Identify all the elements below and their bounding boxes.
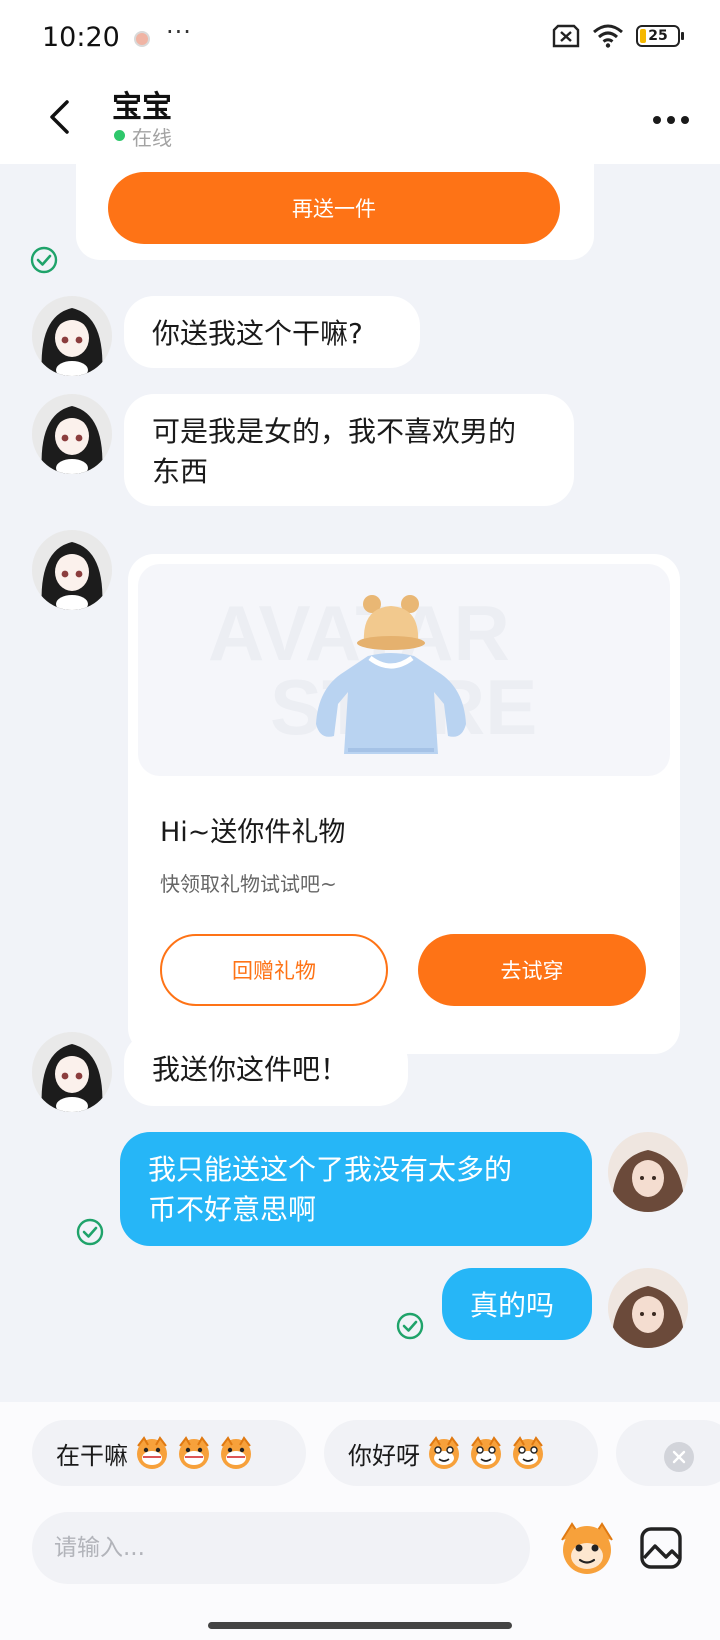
emoji-button[interactable] (554, 1512, 620, 1584)
message-bubble-received[interactable]: 你送我这个干嘛? (124, 296, 420, 368)
home-indicator (208, 1622, 512, 1629)
smile-monkey-icon (513, 1436, 543, 1469)
message-text-line: 币不好意思啊 (148, 1193, 317, 1226)
quick-reply-text: 在干嘛 (56, 1441, 128, 1470)
resend-gift-button[interactable]: 再送一件 (108, 172, 560, 244)
gift-subtitle: 快领取礼物试试吧~ (160, 872, 337, 896)
online-dot-icon (114, 130, 125, 141)
girl-avatar-icon (32, 394, 112, 474)
my-avatar[interactable] (608, 1132, 688, 1212)
status-bar: 10:20 ··· 25 (0, 0, 720, 78)
girl-avatar-icon (32, 296, 112, 376)
chevron-left-icon (50, 100, 69, 134)
my-avatar[interactable] (608, 1268, 688, 1348)
image-button[interactable] (636, 1516, 686, 1580)
grin-monkey-icon (137, 1436, 167, 1469)
user-photo-avatar-icon (608, 1132, 688, 1212)
contact-avatar[interactable] (32, 1032, 112, 1112)
more-dot-icon (681, 116, 689, 124)
message-input[interactable] (32, 1512, 530, 1584)
gift-card[interactable]: AVATAR STORE Hi~送你件礼物 快领取礼物试试吧~ 回赠礼物 去试穿 (128, 554, 680, 1054)
grin-monkey-icon (221, 1436, 251, 1469)
battery-icon: 25 (636, 25, 684, 47)
try-on-button[interactable]: 去试穿 (418, 934, 646, 1006)
message-text-line: 我只能送这个了我没有太多的 (148, 1153, 513, 1186)
message-text-line: 东西 (152, 455, 209, 488)
image-icon (640, 1527, 682, 1569)
message-text: 我送你这件吧！ (152, 1053, 349, 1086)
message-bubble-received[interactable]: 可是我是女的，我不喜欢男的 东西 (124, 394, 574, 506)
quick-reply-text: 你好呀 (348, 1441, 420, 1470)
read-check-icon (76, 1218, 104, 1246)
read-check-icon (396, 1312, 424, 1340)
notification-app-icon (134, 31, 150, 47)
message-text: 你送我这个干嘛? (152, 317, 363, 350)
close-quick-replies-button[interactable] (664, 1442, 694, 1472)
gift-image[interactable]: AVATAR STORE (138, 564, 670, 776)
more-options-button[interactable] (646, 100, 696, 140)
chat-messages[interactable]: 再送一件 你送我这个干嘛? 可是我是女的，我不喜欢男的 东西 AVATAR Hi… (0, 164, 720, 1402)
more-dot-icon (653, 116, 661, 124)
input-bar (0, 1510, 720, 1640)
quick-reply-bar: 在干嘛 你好呀 (0, 1402, 720, 1510)
return-gift-button[interactable]: 回赠礼物 (160, 934, 388, 1006)
contact-avatar[interactable] (32, 530, 112, 610)
smile-monkey-icon (471, 1436, 501, 1469)
smile-monkey-icon (429, 1436, 459, 1469)
gift-title: Hi~送你件礼物 (160, 817, 346, 848)
message-bubble-sent[interactable]: 我只能送这个了我没有太多的 币不好意思啊 (120, 1132, 592, 1246)
wifi-icon (593, 24, 623, 48)
chat-header: 宝宝 在线 (0, 78, 720, 164)
message-bubble-received[interactable]: 我送你这件吧！ (124, 1032, 408, 1106)
contact-avatar[interactable] (32, 296, 112, 376)
contact-name: 宝宝 (112, 90, 172, 125)
no-sim-icon (552, 24, 580, 48)
message-bubble-sent[interactable]: 真的吗 (442, 1268, 592, 1340)
outfit-image: AVATAR STORE (208, 589, 537, 754)
message-text: 真的吗 (470, 1289, 555, 1322)
girl-avatar-icon (32, 530, 112, 610)
girl-avatar-icon (32, 1032, 112, 1112)
status-time: 10:20 (42, 22, 120, 53)
monkey-emoji-icon (561, 1522, 613, 1574)
contact-avatar[interactable] (32, 394, 112, 474)
message-text-line: 可是我是女的，我不喜欢男的 (152, 415, 517, 448)
online-status: 在线 (132, 126, 172, 150)
more-dot-icon (667, 116, 675, 124)
quick-reply-chip[interactable]: 在干嘛 (32, 1420, 306, 1486)
user-photo-avatar-icon (608, 1268, 688, 1348)
grin-monkey-icon (179, 1436, 209, 1469)
back-button[interactable] (34, 92, 84, 142)
quick-reply-chip[interactable]: 你好呀 (324, 1420, 598, 1486)
status-more-icon: ··· (166, 18, 192, 46)
close-icon (672, 1450, 686, 1464)
battery-level: 25 (648, 28, 668, 44)
read-check-icon (30, 246, 58, 274)
